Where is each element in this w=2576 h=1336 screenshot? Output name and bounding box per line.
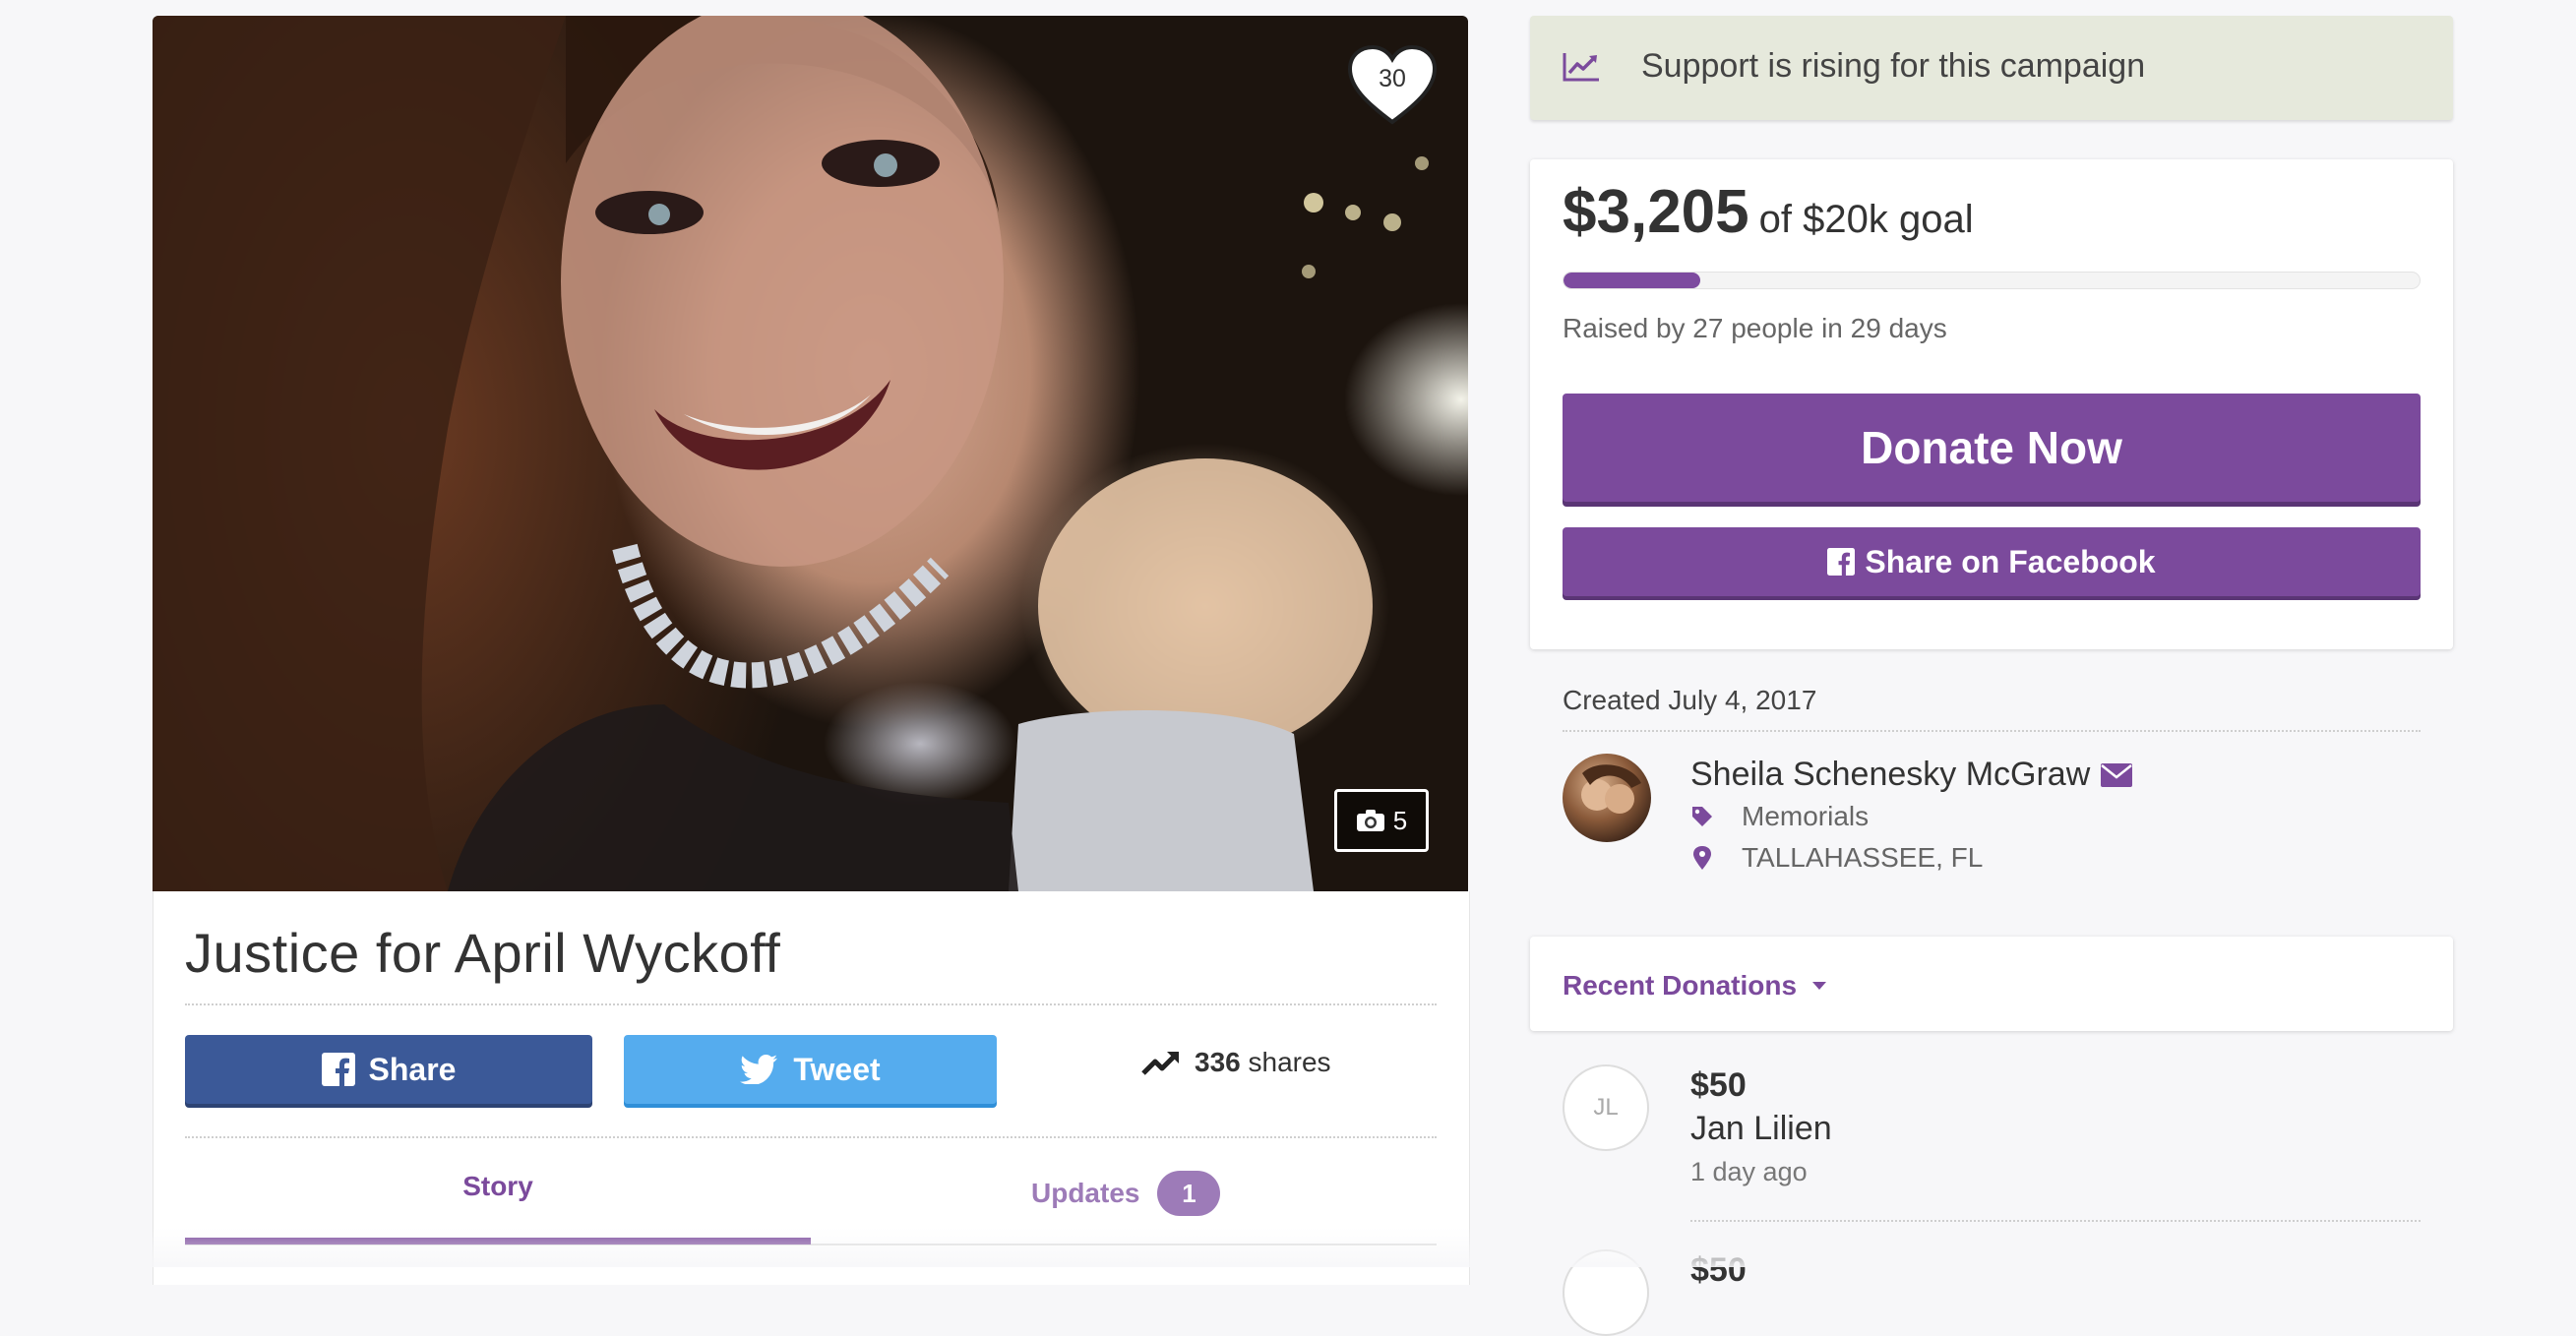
organizer-name[interactable]: Sheila Schenesky McGraw: [1690, 756, 2090, 794]
amount-raised: $3,205 of $20k goal: [1563, 177, 1974, 247]
avatar-photo: [1581, 764, 1641, 814]
donor-avatar: JL: [1563, 1064, 1649, 1151]
tab-updates-label: Updates: [1031, 1178, 1140, 1208]
category-row[interactable]: Memorials: [1690, 801, 1869, 832]
divider: [1690, 1220, 2421, 1222]
share-count: 336 shares: [1141, 1047, 1331, 1078]
share-on-facebook-button[interactable]: Share on Facebook: [1563, 527, 2421, 596]
goal-text: of $20k goal: [1758, 198, 1974, 241]
envelope-icon[interactable]: [2100, 762, 2133, 788]
favorite-heart[interactable]: 30: [1346, 43, 1439, 126]
raised-amount: $3,205: [1563, 178, 1749, 246]
caret-down-icon: [1812, 982, 1827, 990]
active-tab-indicator: [185, 1238, 811, 1245]
support-rising-banner: Support is rising for this campaign: [1530, 16, 2453, 120]
donate-now-button[interactable]: Donate Now: [1563, 394, 2421, 502]
donation-amount: $50: [1690, 1251, 1747, 1289]
divider: [1563, 730, 2421, 732]
facebook-icon: [321, 1053, 355, 1086]
donor-name: Jan Lilien: [1690, 1110, 1832, 1147]
created-date: Created July 4, 2017: [1563, 685, 1817, 715]
facebook-share-button[interactable]: Share: [185, 1035, 592, 1104]
organizer-name-row[interactable]: Sheila Schenesky McGraw: [1690, 756, 2133, 794]
chart-trend-icon: [1563, 53, 1599, 82]
donation-amount: $50: [1690, 1066, 1747, 1104]
recent-donations-dropdown[interactable]: Recent Donations: [1563, 970, 1828, 1002]
organizer-avatar[interactable]: [1563, 754, 1651, 842]
recent-donations-label: Recent Donations: [1563, 970, 1798, 1001]
raised-by-text: Raised by 27 people in 29 days: [1563, 313, 1947, 343]
share-on-facebook-label: Share on Facebook: [1865, 543, 2156, 579]
donation-time: 1 day ago: [1690, 1157, 1808, 1186]
tab-updates[interactable]: Updates 1: [1031, 1171, 1221, 1216]
share-label: Share: [368, 1051, 457, 1087]
location-pin-icon: [1693, 846, 1711, 870]
campaign-title: Justice for April Wyckoff: [185, 922, 781, 984]
category-label[interactable]: Memorials: [1742, 801, 1869, 832]
campaign-photo: [153, 16, 1429, 891]
shares-number: 336: [1195, 1047, 1241, 1077]
campaign-hero-image[interactable]: 30 5: [153, 16, 1468, 891]
camera-icon: [1356, 810, 1384, 831]
location-row: TALLAHASSEE, FL: [1690, 842, 1983, 874]
tag-icon: [1692, 807, 1712, 826]
tab-story[interactable]: Story: [185, 1171, 811, 1202]
progress-bar-fill: [1564, 273, 1701, 288]
heart-count: 30: [1379, 65, 1406, 92]
twitter-icon: [740, 1055, 778, 1084]
divider: [185, 1136, 1437, 1138]
shares-label: shares: [1248, 1047, 1331, 1077]
support-rising-text: Support is rising for this campaign: [1641, 47, 2146, 85]
facebook-icon: [1827, 548, 1856, 576]
location-label: TALLAHASSEE, FL: [1742, 842, 1984, 873]
tweet-label: Tweet: [793, 1051, 881, 1087]
photo-gallery-button[interactable]: 5: [1334, 789, 1429, 852]
progress-bar: [1563, 272, 2421, 289]
updates-count-badge: 1: [1157, 1171, 1221, 1216]
photo-count: 5: [1392, 805, 1408, 835]
trending-icon: [1141, 1052, 1179, 1075]
tweet-button[interactable]: Tweet: [624, 1035, 997, 1104]
divider: [185, 1003, 1437, 1005]
donor-avatar: [1563, 1249, 1649, 1336]
